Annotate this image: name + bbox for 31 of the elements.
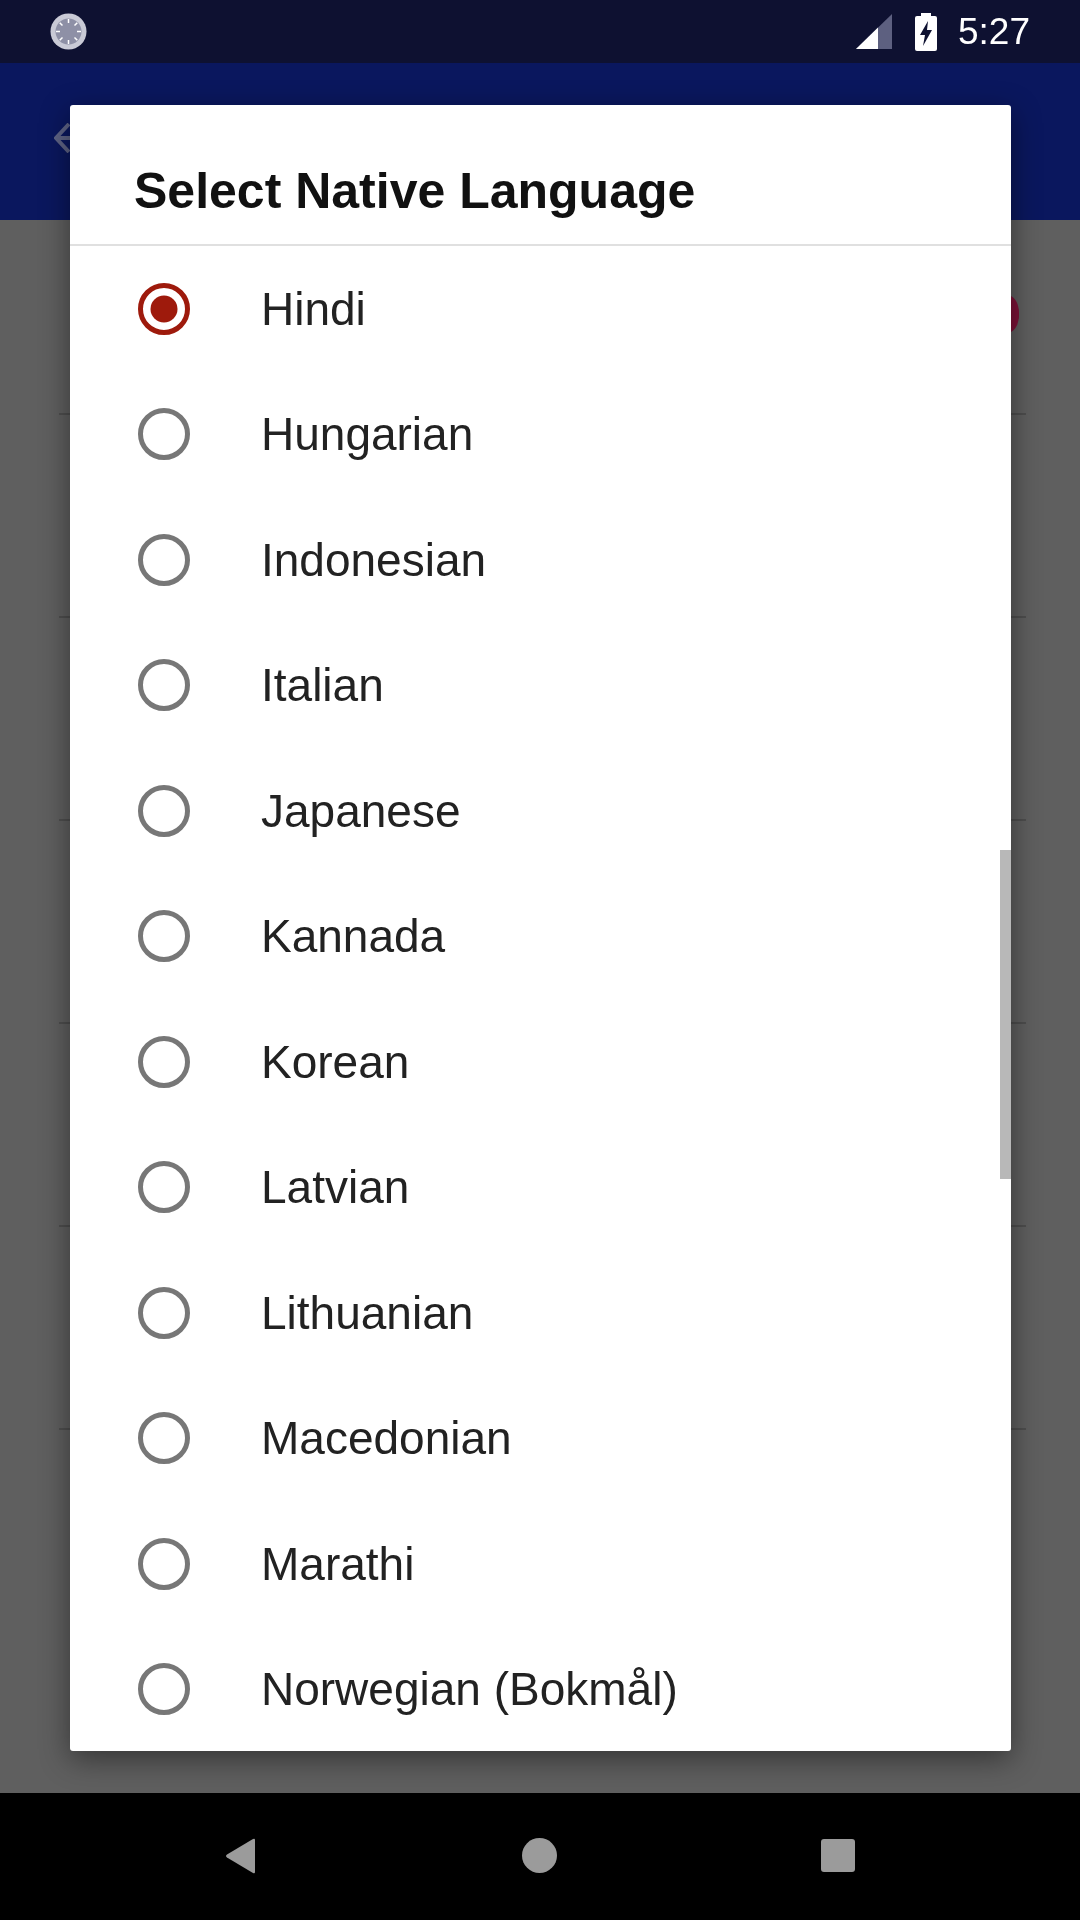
radio-icon[interactable] (138, 1412, 190, 1465)
radio-icon[interactable] (138, 1161, 190, 1214)
dialog-title: Select Native Language (134, 165, 696, 216)
clock-time: 5:27 (958, 13, 1030, 50)
radio-icon[interactable] (138, 408, 190, 461)
language-option[interactable]: Hindi (70, 246, 1011, 372)
language-option[interactable]: Norwegian (Bokmål) (70, 1626, 1011, 1751)
language-option[interactable]: Italian (70, 622, 1011, 748)
radio-icon[interactable] (138, 1286, 190, 1339)
language-option[interactable]: Macedonian (70, 1375, 1011, 1501)
radio-icon[interactable] (138, 282, 190, 335)
language-option[interactable]: Kannada (70, 873, 1011, 999)
radio-icon[interactable] (138, 659, 190, 712)
back-icon[interactable] (225, 1838, 257, 1874)
spinner-icon (50, 13, 87, 50)
radio-icon[interactable] (138, 1663, 190, 1716)
language-option[interactable]: Lithuanian (70, 1250, 1011, 1376)
radio-icon[interactable] (138, 784, 190, 837)
language-option[interactable]: Hungarian (70, 371, 1011, 497)
home-icon[interactable] (522, 1838, 557, 1873)
signal-icon (856, 14, 892, 49)
language-option[interactable]: Indonesian (70, 497, 1011, 623)
language-option[interactable]: Japanese (70, 748, 1011, 874)
radio-icon[interactable] (138, 910, 190, 963)
radio-icon[interactable] (138, 1035, 190, 1088)
language-option[interactable]: Latvian (70, 1124, 1011, 1250)
radio-icon[interactable] (138, 1537, 190, 1590)
battery-charging-icon (915, 12, 937, 51)
radio-icon[interactable] (138, 533, 190, 586)
language-option[interactable]: Marathi (70, 1501, 1011, 1627)
language-option[interactable]: Korean (70, 999, 1011, 1125)
